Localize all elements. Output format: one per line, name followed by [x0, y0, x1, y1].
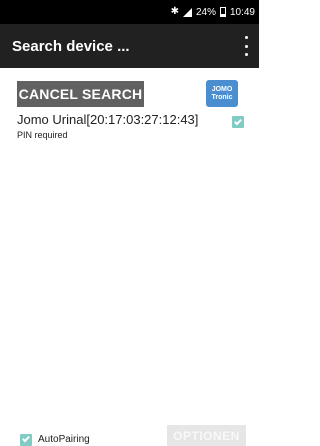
page-title: Search device ... — [12, 37, 130, 55]
screen: ✱ 24% 10:49 Search device ... CANCEL SEA… — [0, 0, 259, 446]
autopairing-checkbox[interactable] — [20, 433, 32, 446]
app-bar: Search device ... — [0, 24, 259, 68]
device-name: Jomo Urinal[20:17:03:27:12:43] — [17, 112, 199, 127]
overflow-menu-icon[interactable] — [243, 36, 249, 56]
battery-icon — [219, 7, 226, 17]
device-list-item[interactable]: Jomo Urinal[20:17:03:27:12:43] PIN requi… — [17, 112, 249, 144]
checkmark-icon — [234, 117, 242, 125]
checkmark-icon — [22, 434, 30, 443]
signal-icon — [182, 7, 192, 17]
device-status: PIN required — [17, 130, 68, 140]
battery-percent: 24% — [195, 6, 216, 18]
options-button[interactable]: OPTIONEN — [167, 425, 246, 446]
jomo-tronic-logo: JOMO Tronic — [206, 80, 238, 107]
logo-line-2: Tronic — [211, 93, 233, 101]
clock: 10:49 — [229, 6, 255, 18]
bluetooth-icon: ✱ — [170, 6, 179, 17]
logo-line-1: JOMO — [211, 86, 233, 94]
autopairing-toggle[interactable]: AutoPairing — [20, 433, 90, 446]
autopairing-label: AutoPairing — [38, 434, 90, 445]
status-bar: ✱ 24% 10:49 — [0, 0, 259, 24]
device-checkbox[interactable] — [232, 116, 244, 128]
cancel-search-button[interactable]: CANCEL SEARCH — [17, 81, 144, 107]
